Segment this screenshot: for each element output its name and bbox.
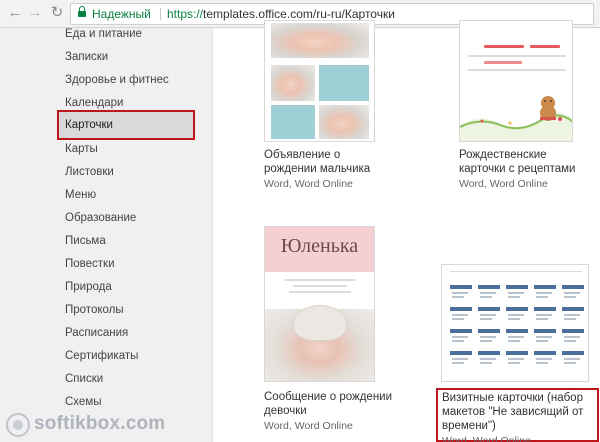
sidebar-item-diagrams[interactable]: Схемы [65,396,102,408]
watermark-logo-icon [6,413,30,437]
template-thumbnail[interactable] [264,20,375,142]
sidebar-item-lists[interactable]: Списки [65,373,103,385]
url-protocol: https:// [167,7,204,21]
card-title-line: карточки с рецептами [459,163,576,175]
template-thumbnail[interactable] [459,20,573,142]
sidebar-item-notes[interactable]: Записки [65,51,108,63]
card-title[interactable]: Сообщение о рождении девочки [264,390,392,418]
christmas-illustration [460,96,572,141]
sidebar-item-minutes[interactable]: Протоколы [65,304,124,316]
thumb-heading [530,45,560,48]
sidebar-item-nature[interactable]: Природа [65,281,112,293]
thumb-line [450,271,582,272]
sidebar-item-calendars[interactable]: Календари [65,97,123,109]
forward-arrow-icon[interactable]: → [26,4,44,22]
sidebar-item-schedules[interactable]: Расписания [65,327,128,339]
baby-photo [271,23,369,58]
sidebar-item-maps[interactable]: Карты [65,143,98,155]
watermark-text: softikbox.com [34,413,166,434]
baby-photo [271,65,315,101]
card-title[interactable]: Объявление о рождении мальчика [264,148,370,176]
card-title-line: Сообщение о рождении [264,391,393,403]
card-title-line: времени") [442,420,496,432]
thumb-heading [484,61,522,64]
sidebar-item-education[interactable]: Образование [65,212,136,224]
sidebar-item-cards[interactable]: Карточки [57,110,195,140]
card-title[interactable]: Рождественские карточки с рецептами [459,148,575,176]
card-title-line: Визитные карточки (набор [442,392,583,404]
sidebar-item-health[interactable]: Здоровье и фитнес [65,74,169,86]
card-title-line: девочки [264,405,307,417]
card-apps: Word, Word Online [442,435,531,442]
sidebar-item-letters[interactable]: Письма [65,235,106,247]
card-title-line: Рождественские [459,149,547,161]
card-title-line: рождении мальчика [264,163,371,175]
baby-photo [319,105,369,139]
url-path: templates.office.com/ru-ru/Карточки [203,7,395,21]
card-title[interactable]: Визитные карточки (набор макетов "Не зави… [442,391,598,433]
reload-icon[interactable]: ↻ [48,4,66,22]
sidebar-item-agendas[interactable]: Повестки [65,258,115,270]
card-title-line: макетов "Не зависящий от [442,406,584,418]
card-apps: Word, Word Online [264,178,353,190]
back-arrow-icon[interactable]: ← [6,4,24,22]
sidebar-item-food[interactable]: Еда и питание [65,28,142,40]
knit-bonnet [293,305,347,341]
template-thumbnail[interactable] [441,264,589,382]
thumb-line [285,279,355,281]
thumb-line [468,55,566,57]
category-sidebar: Еда и питание Записки Здоровье и фитнес … [0,28,213,442]
card-apps: Word, Word Online [264,420,353,432]
thumb-heading [484,45,524,48]
sidebar-item-flyers[interactable]: Листовки [65,166,114,178]
thumb-line [289,291,351,293]
card-title-line: Объявление о [264,149,341,161]
text-panel [319,65,369,101]
lock-icon[interactable] [78,6,86,18]
template-thumbnail[interactable]: Юленька [264,226,375,382]
sidebar-item-certificates[interactable]: Сертификаты [65,350,138,362]
card-apps: Word, Word Online [459,178,548,190]
thumb-line [293,285,347,287]
baby-name: Юленька [280,235,359,257]
secure-label[interactable]: Надежный [92,4,151,24]
text-panel [271,105,315,139]
sidebar-item-menus[interactable]: Меню [65,189,96,201]
thumb-line [468,69,566,71]
url-divider [160,8,161,20]
